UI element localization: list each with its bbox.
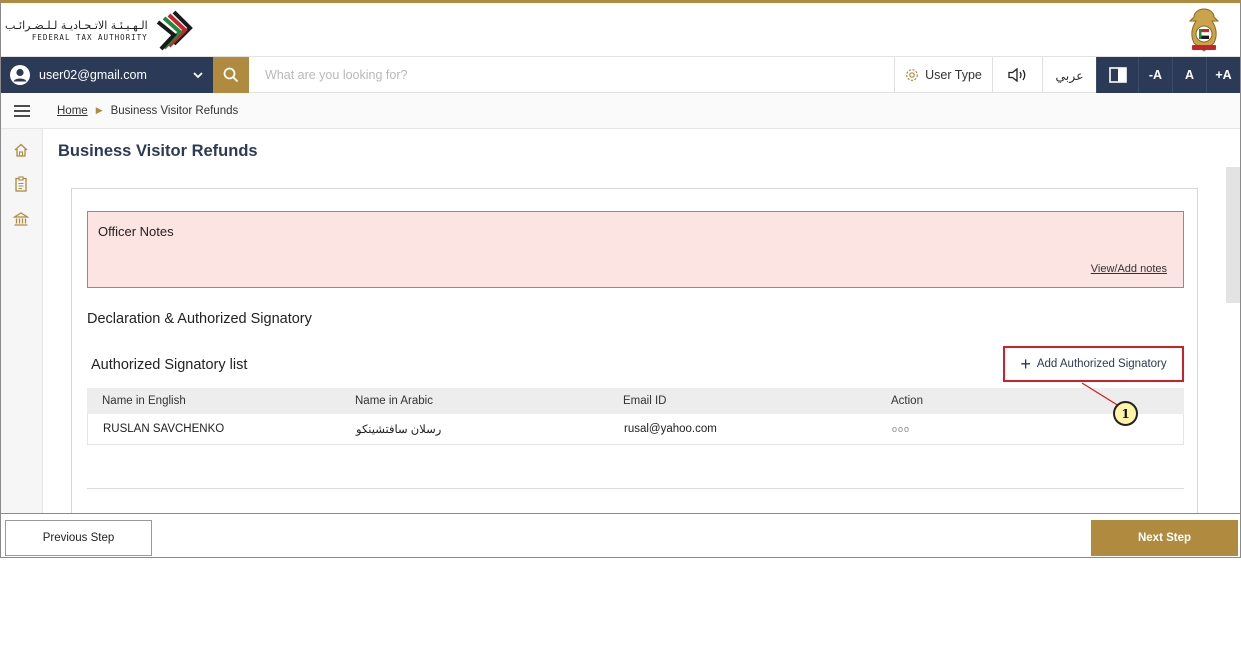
user-menu[interactable]: user02@gmail.com <box>1 57 213 93</box>
breadcrumb-separator-icon: ▶ <box>95 105 103 116</box>
scrollbar-thumb[interactable] <box>1226 167 1240 303</box>
app-frame: الـهـيـئـة الاتـحـاديـة لـلـضـرائـب FEDE… <box>0 0 1241 558</box>
plus-icon: + <box>1020 354 1031 374</box>
officer-notes-title: Officer Notes <box>98 224 174 239</box>
signatory-table: Name in English Name in Arabic Email ID … <box>87 388 1184 445</box>
contrast-toggle[interactable] <box>1096 57 1138 93</box>
search-button[interactable] <box>213 57 249 93</box>
column-header-email: Email ID <box>623 395 667 407</box>
font-normal-button[interactable]: A <box>1172 57 1206 93</box>
gear-icon <box>906 69 919 81</box>
font-decrease-button[interactable]: -A <box>1138 57 1172 93</box>
user-email: user02@gmail.com <box>39 68 147 82</box>
column-header-action: Action <box>891 395 923 407</box>
user-type-button[interactable]: User Type <box>894 57 992 93</box>
breadcrumb: Home ▶ Business Visitor Refunds <box>1 93 1240 129</box>
bank-icon[interactable] <box>13 211 29 227</box>
cell-name-arabic: رسلان سافتشينكو <box>356 424 442 436</box>
declaration-heading: Declaration & Authorized Signatory <box>87 311 312 327</box>
add-signatory-label: Add Authorized Signatory <box>1036 358 1167 370</box>
officer-notes-panel: Officer Notes View/Add notes <box>87 211 1184 288</box>
table-header: Name in English Name in Arabic Email ID … <box>87 388 1184 414</box>
uae-emblem-icon <box>1188 8 1220 52</box>
section-divider <box>87 488 1184 489</box>
callout-number-badge: 1 <box>1113 401 1138 426</box>
breadcrumb-current: Business Visitor Refunds <box>110 104 239 117</box>
fta-logo[interactable]: الـهـيـئـة الاتـحـاديـة لـلـضـرائـب FEDE… <box>5 8 196 52</box>
next-step-button[interactable]: Next Step <box>1091 520 1238 556</box>
table-row: RUSLAN SAVCHENKO رسلان سافتشينكو rusal@y… <box>87 414 1184 445</box>
search-icon <box>223 67 239 83</box>
previous-step-button[interactable]: Previous Step <box>5 520 152 556</box>
text-to-speech-button[interactable] <box>992 57 1042 93</box>
column-header-name-arabic: Name in Arabic <box>355 395 433 407</box>
search-input[interactable]: What are you looking for? <box>265 68 407 82</box>
home-icon[interactable] <box>13 142 29 158</box>
speaker-icon <box>1007 68 1025 82</box>
page-title: Business Visitor Refunds <box>58 142 258 160</box>
wizard-footer: Previous Step Next Step <box>1 513 1240 557</box>
font-increase-button[interactable]: +A <box>1206 57 1240 93</box>
cell-email: rusal@yahoo.com <box>624 423 717 435</box>
view-add-notes-link[interactable]: View/Add notes <box>1091 263 1167 275</box>
fta-logo-icon <box>156 10 193 51</box>
breadcrumb-home-link[interactable]: Home <box>57 105 88 117</box>
site-header: الـهـيـئـة الاتـحـاديـة لـلـضـرائـب FEDE… <box>1 3 1240 57</box>
side-rail <box>1 129 43 514</box>
clipboard-icon[interactable] <box>13 176 29 192</box>
hamburger-icon <box>14 104 30 117</box>
row-actions-menu[interactable]: ooo <box>892 424 1183 434</box>
logo-english-text: FEDERAL TAX AUTHORITY <box>31 32 148 42</box>
add-authorized-signatory-button[interactable]: + Add Authorized Signatory <box>1003 346 1184 382</box>
menu-toggle[interactable] <box>1 104 43 117</box>
language-toggle[interactable]: عربي <box>1042 57 1096 93</box>
signatory-list-title: Authorized Signatory list <box>91 357 248 373</box>
arabic-language-label: عربي <box>1055 68 1084 83</box>
logo-arabic-text: الـهـيـئـة الاتـحـاديـة لـلـضـرائـب <box>5 18 148 32</box>
contrast-icon <box>1108 67 1127 83</box>
column-header-name-english: Name in English <box>102 395 186 407</box>
top-toolbar: user02@gmail.com What are you looking fo… <box>1 57 1240 93</box>
user-type-label: User Type <box>925 68 982 82</box>
chevron-down-icon <box>193 72 203 79</box>
form-card: Officer Notes View/Add notes Declaration… <box>71 188 1198 518</box>
user-avatar-icon <box>10 65 30 85</box>
cell-name-english: RUSLAN SAVCHENKO <box>103 423 225 435</box>
